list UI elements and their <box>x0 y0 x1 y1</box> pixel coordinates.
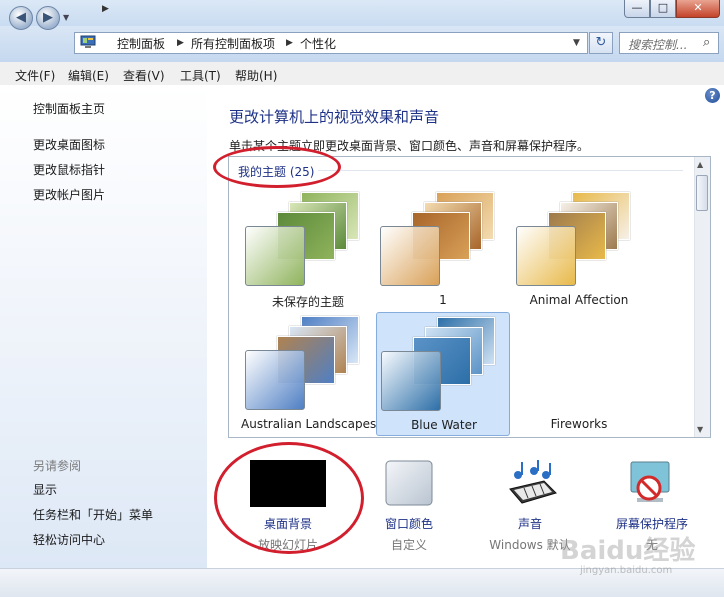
sounds-icon[interactable] <box>504 459 560 507</box>
refresh-button[interactable]: ↻ <box>589 32 613 54</box>
change-mouse-pointers-link[interactable]: 更改鼠标指针 <box>33 161 105 178</box>
control-panel-home-link[interactable]: 控制面板主页 <box>33 100 105 117</box>
theme-tile[interactable]: 未保存的主题 <box>241 188 375 312</box>
page-title: 更改计算机上的视觉效果和声音 <box>229 108 440 126</box>
menu-help[interactable]: 帮助(H) <box>235 67 277 84</box>
menu-file[interactable]: 文件(F) <box>15 67 55 84</box>
history-dropdown-icon[interactable]: ▼ <box>63 13 69 22</box>
theme-name: Blue Water <box>411 418 477 432</box>
search-input[interactable]: 搜索控制... ⌕ <box>619 32 719 54</box>
control-panel-icon <box>80 35 96 49</box>
annotation-ellipse-my-themes <box>213 146 341 188</box>
help-icon[interactable]: ? <box>705 88 720 103</box>
theme-name: Australian Landscapes <box>241 417 377 431</box>
breadcrumb-separator[interactable]: ▶ <box>102 4 109 14</box>
maximize-button[interactable]: □ <box>650 0 676 18</box>
see-also-heading: 另请参阅 <box>33 459 82 473</box>
back-button[interactable]: ◀ <box>9 6 33 30</box>
menu-view[interactable]: 查看(V) <box>123 67 165 84</box>
theme-window-color-preview <box>245 350 305 410</box>
scroll-thumb[interactable] <box>696 175 708 211</box>
theme-tile[interactable]: Animal Affection <box>512 188 646 312</box>
window-color-link[interactable]: 窗口颜色 <box>359 515 459 532</box>
breadcrumb-all-items[interactable]: 所有控制面板项 <box>191 35 275 52</box>
menu-edit[interactable]: 编辑(E) <box>68 67 109 84</box>
minimize-button[interactable]: — <box>624 0 650 18</box>
scroll-down-arrow-icon[interactable]: ▼ <box>697 425 703 434</box>
close-button[interactable]: ✕ <box>676 0 720 18</box>
menu-tools[interactable]: 工具(T) <box>180 67 221 84</box>
baidu-watermark: Baidu经验 <box>560 536 696 566</box>
change-account-picture-link[interactable]: 更改帐户图片 <box>33 186 105 203</box>
change-desktop-icons-link[interactable]: 更改桌面图标 <box>33 136 105 153</box>
task-pane <box>0 85 207 568</box>
theme-name: Animal Affection <box>529 293 629 307</box>
theme-name: 1 <box>439 293 447 307</box>
theme-name: 未保存的主题 <box>271 295 344 309</box>
search-icon[interactable]: ⌕ <box>703 35 710 50</box>
theme-tile[interactable]: 1 <box>376 188 510 312</box>
taskbar-start-menu-link[interactable]: 任务栏和「开始」菜单 <box>33 506 153 523</box>
group-divider <box>318 170 683 171</box>
display-link[interactable]: 显示 <box>33 481 57 498</box>
theme-tile[interactable]: Australian Landscapes <box>241 312 377 436</box>
annotation-ellipse-desktop-background <box>214 442 364 554</box>
search-placeholder: 搜索控制... <box>628 38 688 52</box>
breadcrumb-separator[interactable]: ▶ <box>177 38 184 48</box>
breadcrumb-separator[interactable]: ▶ <box>286 38 293 48</box>
theme-window-color-preview <box>245 226 305 286</box>
ease-of-access-link[interactable]: 轻松访问中心 <box>33 531 105 548</box>
scroll-up-arrow-icon[interactable]: ▲ <box>697 160 703 169</box>
theme-name: Fireworks <box>550 417 608 431</box>
theme-window-color-preview <box>381 351 441 411</box>
theme-window-color-preview <box>380 226 440 286</box>
theme-tile[interactable]: Blue Water <box>376 312 510 436</box>
breadcrumb-control-panel[interactable]: 控制面板 <box>117 35 165 52</box>
forward-button[interactable]: ▶ <box>36 6 60 30</box>
window-color-icon[interactable] <box>384 459 434 507</box>
screen-saver-icon[interactable] <box>625 458 675 508</box>
theme-window-color-preview <box>516 226 576 286</box>
window-color-value: 自定义 <box>390 538 427 552</box>
address-dropdown-icon[interactable]: ▼ <box>573 38 580 48</box>
baidu-watermark-url: jingyan.baidu.com <box>580 565 673 576</box>
theme-tile[interactable]: Fireworks <box>512 312 646 436</box>
breadcrumb-personalization[interactable]: 个性化 <box>300 35 336 52</box>
